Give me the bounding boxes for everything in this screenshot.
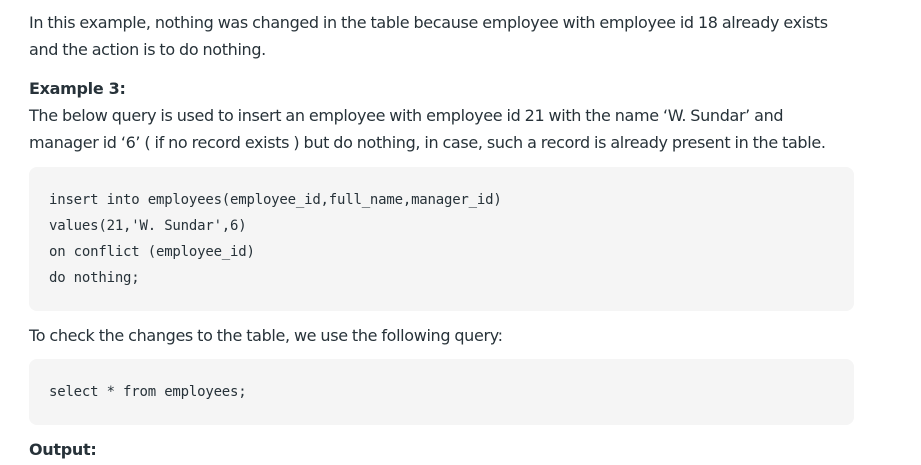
code-line: select * from employees; [49, 384, 247, 400]
output-heading: Output: [29, 440, 97, 459]
intro-paragraph: In this example, nothing was changed in … [29, 13, 828, 59]
check-paragraph: To check the changes to the table, we us… [29, 326, 503, 345]
code-line: do nothing; [49, 270, 140, 286]
code-line: values(21,'W. Sundar',6) [49, 218, 247, 234]
code-line: insert into employees(employee_id,full_n… [49, 192, 502, 208]
code-line: on conflict (employee_id) [49, 244, 255, 260]
code-block-insert[interactable]: insert into employees(employee_id,full_n… [29, 167, 854, 311]
code-block-select[interactable]: select * from employees; [29, 359, 854, 425]
example-heading: Example 3: [29, 79, 126, 98]
description-paragraph: The below query is used to insert an emp… [29, 106, 826, 152]
